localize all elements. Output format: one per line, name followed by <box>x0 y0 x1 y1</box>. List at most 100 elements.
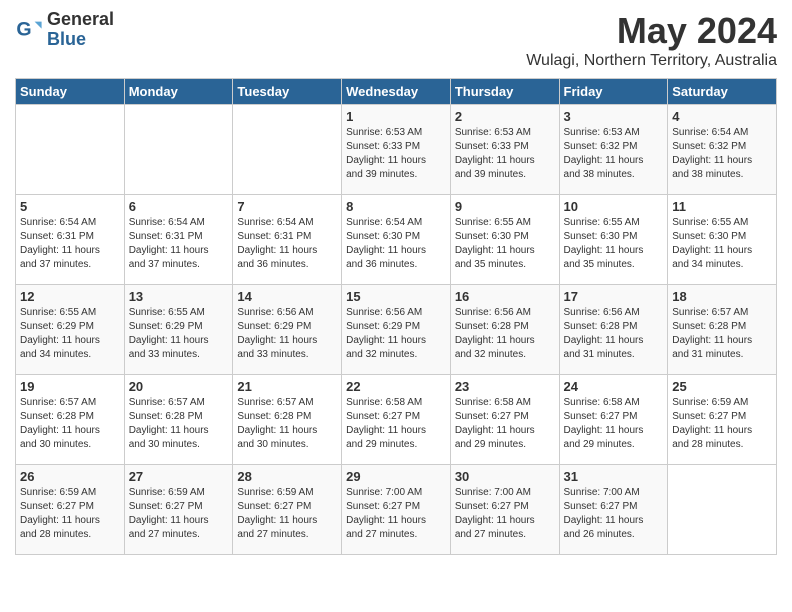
day-number: 12 <box>20 289 120 304</box>
weekday-header: Tuesday <box>233 79 342 105</box>
day-number: 10 <box>564 199 664 214</box>
logo-text: General Blue <box>47 10 114 50</box>
day-info: Sunrise: 7:00 AM Sunset: 6:27 PM Dayligh… <box>346 486 446 542</box>
calendar-cell: 25 Sunrise: 6:59 AM Sunset: 6:27 PM Dayli… <box>668 375 777 465</box>
day-info: Sunrise: 6:53 AM Sunset: 6:32 PM Dayligh… <box>564 126 664 182</box>
day-number: 2 <box>455 109 555 124</box>
calendar-cell: 15Sunrise: 6:56 AM Sunset: 6:29 PM Dayli… <box>342 285 451 375</box>
calendar-cell: 11Sunrise: 6:55 AM Sunset: 6:30 PM Dayli… <box>668 195 777 285</box>
day-info: Sunrise: 6:59 AM Sunset: 6:27 PM Dayligh… <box>672 396 772 452</box>
day-number: 18 <box>672 289 772 304</box>
calendar-cell: 27 Sunrise: 6:59 AM Sunset: 6:27 PM Dayli… <box>124 465 233 555</box>
calendar-cell <box>233 105 342 195</box>
day-number: 24 <box>564 379 664 394</box>
day-info: Sunrise: 6:53 AM Sunset: 6:33 PM Dayligh… <box>346 126 446 182</box>
day-info: Sunrise: 6:54 AM Sunset: 6:31 PM Dayligh… <box>20 216 120 272</box>
day-info: Sunrise: 6:55 AM Sunset: 6:29 PM Dayligh… <box>20 306 120 362</box>
day-info: Sunrise: 6:59 AM Sunset: 6:27 PM Dayligh… <box>237 486 337 542</box>
day-info: Sunrise: 6:55 AM Sunset: 6:30 PM Dayligh… <box>564 216 664 272</box>
title-area: May 2024 Wulagi, Northern Territory, Aus… <box>526 10 777 70</box>
calendar-cell: 6 Sunrise: 6:54 AM Sunset: 6:31 PM Daylig… <box>124 195 233 285</box>
day-info: Sunrise: 6:54 AM Sunset: 6:32 PM Dayligh… <box>672 126 772 182</box>
logo-icon: G <box>15 16 43 44</box>
day-number: 27 <box>129 469 229 484</box>
day-info: Sunrise: 6:56 AM Sunset: 6:28 PM Dayligh… <box>455 306 555 362</box>
day-number: 31 <box>564 469 664 484</box>
day-info: Sunrise: 6:57 AM Sunset: 6:28 PM Dayligh… <box>129 396 229 452</box>
calendar-cell: 19Sunrise: 6:57 AM Sunset: 6:28 PM Dayli… <box>16 375 125 465</box>
day-number: 6 <box>129 199 229 214</box>
month-title: May 2024 <box>526 10 777 52</box>
logo-blue: Blue <box>47 30 114 50</box>
calendar-cell: 3 Sunrise: 6:53 AM Sunset: 6:32 PM Daylig… <box>559 105 668 195</box>
calendar-cell <box>16 105 125 195</box>
day-number: 28 <box>237 469 337 484</box>
calendar-cell: 14Sunrise: 6:56 AM Sunset: 6:29 PM Dayli… <box>233 285 342 375</box>
calendar-cell: 22 Sunrise: 6:58 AM Sunset: 6:27 PM Dayli… <box>342 375 451 465</box>
page-header: G General Blue May 2024 Wulagi, Northern… <box>15 10 777 70</box>
day-info: Sunrise: 7:00 AM Sunset: 6:27 PM Dayligh… <box>564 486 664 542</box>
calendar-cell: 9 Sunrise: 6:55 AM Sunset: 6:30 PM Daylig… <box>450 195 559 285</box>
calendar-cell: 4 Sunrise: 6:54 AM Sunset: 6:32 PM Daylig… <box>668 105 777 195</box>
day-number: 23 <box>455 379 555 394</box>
day-number: 13 <box>129 289 229 304</box>
day-number: 3 <box>564 109 664 124</box>
calendar-cell: 26 Sunrise: 6:59 AM Sunset: 6:27 PM Dayli… <box>16 465 125 555</box>
day-number: 7 <box>237 199 337 214</box>
day-info: Sunrise: 6:55 AM Sunset: 6:30 PM Dayligh… <box>672 216 772 272</box>
weekday-header: Friday <box>559 79 668 105</box>
day-info: Sunrise: 6:58 AM Sunset: 6:27 PM Dayligh… <box>346 396 446 452</box>
day-info: Sunrise: 6:56 AM Sunset: 6:28 PM Dayligh… <box>564 306 664 362</box>
day-number: 16 <box>455 289 555 304</box>
calendar-cell: 30 Sunrise: 7:00 AM Sunset: 6:27 PM Dayli… <box>450 465 559 555</box>
calendar-cell: 29 Sunrise: 7:00 AM Sunset: 6:27 PM Dayli… <box>342 465 451 555</box>
svg-text:G: G <box>16 18 31 40</box>
calendar-cell <box>668 465 777 555</box>
weekday-header: Monday <box>124 79 233 105</box>
calendar-cell: 31 Sunrise: 7:00 AM Sunset: 6:27 PM Dayli… <box>559 465 668 555</box>
day-info: Sunrise: 6:58 AM Sunset: 6:27 PM Dayligh… <box>455 396 555 452</box>
day-info: Sunrise: 6:58 AM Sunset: 6:27 PM Dayligh… <box>564 396 664 452</box>
day-number: 25 <box>672 379 772 394</box>
weekday-header: Saturday <box>668 79 777 105</box>
day-info: Sunrise: 6:54 AM Sunset: 6:31 PM Dayligh… <box>129 216 229 272</box>
day-number: 19 <box>20 379 120 394</box>
day-number: 1 <box>346 109 446 124</box>
day-number: 26 <box>20 469 120 484</box>
day-number: 21 <box>237 379 337 394</box>
day-info: Sunrise: 6:54 AM Sunset: 6:30 PM Dayligh… <box>346 216 446 272</box>
calendar-cell: 21 Sunrise: 6:57 AM Sunset: 6:28 PM Dayli… <box>233 375 342 465</box>
day-number: 20 <box>129 379 229 394</box>
calendar-cell: 7 Sunrise: 6:54 AM Sunset: 6:31 PM Daylig… <box>233 195 342 285</box>
day-info: Sunrise: 6:53 AM Sunset: 6:33 PM Dayligh… <box>455 126 555 182</box>
day-number: 8 <box>346 199 446 214</box>
day-info: Sunrise: 7:00 AM Sunset: 6:27 PM Dayligh… <box>455 486 555 542</box>
day-info: Sunrise: 6:55 AM Sunset: 6:30 PM Dayligh… <box>455 216 555 272</box>
calendar-cell: 5Sunrise: 6:54 AM Sunset: 6:31 PM Daylig… <box>16 195 125 285</box>
day-info: Sunrise: 6:59 AM Sunset: 6:27 PM Dayligh… <box>20 486 120 542</box>
logo: G General Blue <box>15 10 114 50</box>
calendar-cell <box>124 105 233 195</box>
day-info: Sunrise: 6:59 AM Sunset: 6:27 PM Dayligh… <box>129 486 229 542</box>
day-number: 15 <box>346 289 446 304</box>
calendar-cell: 8 Sunrise: 6:54 AM Sunset: 6:30 PM Daylig… <box>342 195 451 285</box>
calendar-cell: 23 Sunrise: 6:58 AM Sunset: 6:27 PM Dayli… <box>450 375 559 465</box>
calendar-cell: 17Sunrise: 6:56 AM Sunset: 6:28 PM Dayli… <box>559 285 668 375</box>
day-number: 4 <box>672 109 772 124</box>
day-number: 30 <box>455 469 555 484</box>
calendar-cell: 12 Sunrise: 6:55 AM Sunset: 6:29 PM Dayli… <box>16 285 125 375</box>
day-info: Sunrise: 6:55 AM Sunset: 6:29 PM Dayligh… <box>129 306 229 362</box>
day-info: Sunrise: 6:57 AM Sunset: 6:28 PM Dayligh… <box>237 396 337 452</box>
calendar-cell: 18Sunrise: 6:57 AM Sunset: 6:28 PM Dayli… <box>668 285 777 375</box>
weekday-header: Wednesday <box>342 79 451 105</box>
day-info: Sunrise: 6:54 AM Sunset: 6:31 PM Dayligh… <box>237 216 337 272</box>
day-number: 29 <box>346 469 446 484</box>
weekday-header: Sunday <box>16 79 125 105</box>
location-title: Wulagi, Northern Territory, Australia <box>526 52 777 70</box>
day-number: 22 <box>346 379 446 394</box>
day-number: 14 <box>237 289 337 304</box>
weekday-header: Thursday <box>450 79 559 105</box>
calendar-table: SundayMondayTuesdayWednesdayThursdayFrid… <box>15 78 777 555</box>
day-number: 9 <box>455 199 555 214</box>
calendar-cell: 28 Sunrise: 6:59 AM Sunset: 6:27 PM Dayli… <box>233 465 342 555</box>
